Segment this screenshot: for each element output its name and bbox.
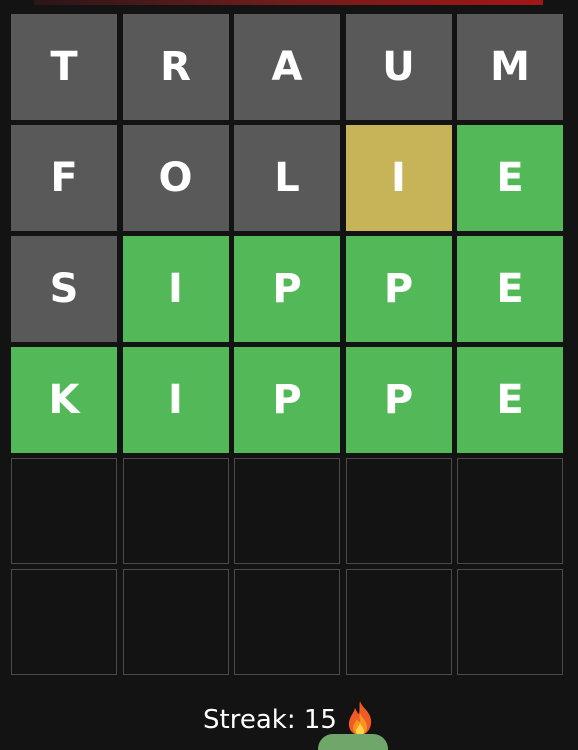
- tile-r4-c3: P: [234, 347, 340, 453]
- bottom-button-edge[interactable]: [318, 734, 388, 750]
- tile-r3-c3: P: [234, 236, 340, 342]
- tile-r5-c2: [122, 458, 229, 564]
- tile-r1-c5: M: [457, 14, 563, 120]
- tile-r6-c4: [345, 569, 452, 675]
- top-banner: [34, 0, 543, 5]
- tile-r2-c4: I: [345, 125, 452, 231]
- tile-r2-c2: O: [122, 125, 229, 231]
- tile-r1-c2: R: [122, 14, 229, 120]
- tile-r3-c4: P: [345, 236, 452, 342]
- tile-r4-c1: K: [11, 347, 117, 453]
- streak-display: Streak: 15: [0, 700, 578, 740]
- game-screen: TRAUMFOLIESIPPEKIPPE Streak: 15: [0, 0, 578, 750]
- tile-r1-c4: U: [345, 14, 452, 120]
- fire-icon: [345, 700, 375, 736]
- game-board: TRAUMFOLIESIPPEKIPPE: [11, 14, 563, 675]
- tile-r2-c3: L: [234, 125, 340, 231]
- tile-r5-c4: [345, 458, 452, 564]
- tile-r3-c2: I: [122, 236, 229, 342]
- tile-r4-c2: I: [122, 347, 229, 453]
- tile-r6-c5: [457, 569, 563, 675]
- tile-r5-c3: [234, 458, 340, 564]
- tile-r6-c2: [122, 569, 229, 675]
- tile-r5-c5: [457, 458, 563, 564]
- tile-r1-c1: T: [11, 14, 117, 120]
- tile-r1-c3: A: [234, 14, 340, 120]
- tile-r5-c1: [11, 458, 117, 564]
- tile-r2-c1: F: [11, 125, 117, 231]
- tile-r4-c5: E: [457, 347, 563, 453]
- tile-r3-c5: E: [457, 236, 563, 342]
- tile-r6-c3: [234, 569, 340, 675]
- tile-r2-c5: E: [457, 125, 563, 231]
- tile-r3-c1: S: [11, 236, 117, 342]
- tile-r4-c4: P: [345, 347, 452, 453]
- streak-label: Streak: 15: [203, 705, 337, 735]
- tile-r6-c1: [11, 569, 117, 675]
